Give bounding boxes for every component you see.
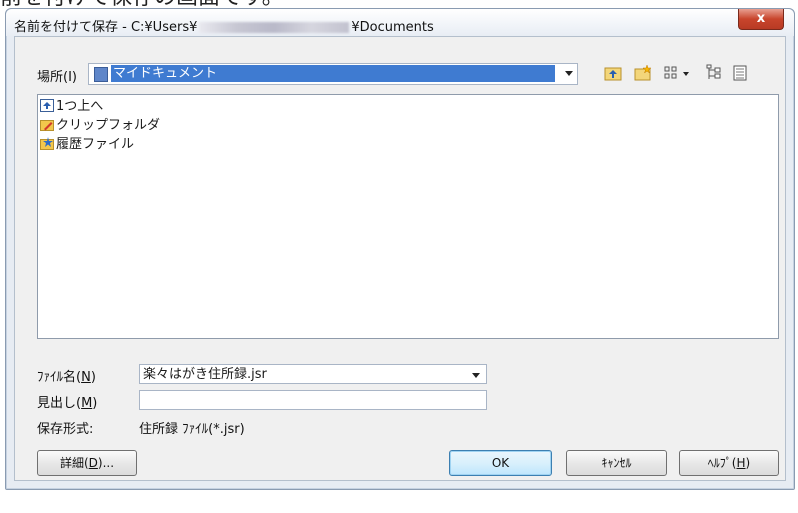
- view-menu-icon[interactable]: [663, 64, 693, 82]
- redacted-username: [199, 22, 350, 33]
- heading-input[interactable]: [139, 390, 487, 410]
- close-button[interactable]: x: [738, 9, 784, 30]
- dialog-body: 場所(I) マイドキュメント 1つ上へ クリップフォルダ 履歴ファイル ﾌｧｲﾙ…: [14, 36, 786, 481]
- format-label: 保存形式:: [37, 422, 94, 437]
- help-button[interactable]: ﾍﾙﾌﾟ(H): [679, 450, 779, 476]
- location-value: マイドキュメント: [111, 65, 555, 82]
- filename-combobox[interactable]: 楽々はがき住所録.jsr: [139, 364, 487, 384]
- window-title-suffix: ¥Documents: [351, 20, 434, 35]
- list-item[interactable]: 履歴ファイル: [40, 136, 134, 154]
- up-arrow-icon: [40, 99, 54, 112]
- cancel-button[interactable]: ｷｬﾝｾﾙ: [566, 450, 667, 476]
- location-combobox[interactable]: マイドキュメント: [88, 63, 578, 85]
- location-label: 場所(I): [37, 70, 77, 85]
- clip-folder-icon: [40, 120, 54, 131]
- new-folder-icon[interactable]: [634, 64, 652, 82]
- details-button[interactable]: 詳細(D)...: [37, 450, 137, 476]
- list-item[interactable]: クリップフォルダ: [40, 117, 160, 135]
- file-list[interactable]: 1つ上へ クリップフォルダ 履歴ファイル: [37, 94, 779, 339]
- title-bar: 名前を付けて保存 - C:¥Users¥ ¥Documents x: [6, 9, 794, 36]
- format-value: 住所録 ﾌｧｲﾙ(*.jsr): [139, 422, 245, 437]
- window-title: 名前を付けて保存 - C:¥Users¥ ¥Documents: [14, 16, 434, 35]
- chevron-down-icon[interactable]: [565, 71, 573, 76]
- list-item-label: クリップフォルダ: [56, 118, 161, 133]
- chevron-down-icon[interactable]: [472, 373, 480, 378]
- folder-icon: [94, 67, 108, 82]
- heading-label: 見出し(M): [37, 396, 98, 411]
- save-as-dialog: 名前を付けて保存 - C:¥Users¥ ¥Documents x 場所(I) マ…: [5, 8, 795, 490]
- up-folder-icon[interactable]: [604, 64, 622, 82]
- ok-button[interactable]: OK: [449, 450, 552, 476]
- tree-view-icon[interactable]: [705, 64, 723, 82]
- filename-label: ﾌｧｲﾙ名(N): [37, 370, 96, 385]
- details-view-icon[interactable]: [731, 64, 749, 82]
- list-item-label: 履歴ファイル: [56, 137, 135, 152]
- list-item-label: 1つ上へ: [56, 99, 104, 114]
- list-item[interactable]: 1つ上へ: [40, 98, 103, 116]
- filename-value: 楽々はがき住所録.jsr: [143, 367, 267, 382]
- history-folder-icon: [40, 137, 54, 150]
- window-title-prefix: 名前を付けて保存 - C:¥Users¥: [14, 20, 198, 35]
